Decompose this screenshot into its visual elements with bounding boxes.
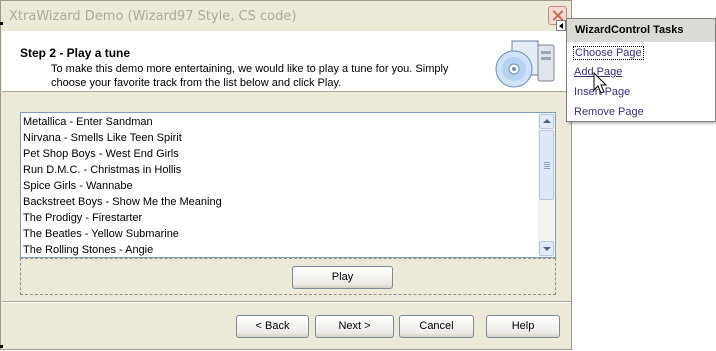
help-button[interactable]: Help	[486, 315, 560, 338]
list-item[interactable]: Spice Girls - Wannabe	[22, 178, 539, 194]
track-listbox[interactable]: Metallica - Enter Sandman Nirvana - Smel…	[20, 112, 556, 258]
step-title: Step 2 - Play a tune	[20, 46, 131, 60]
list-item[interactable]: Nirvana - Smells Like Teen Spirit	[22, 130, 539, 146]
list-item[interactable]: The Prodigy - Firestarter	[22, 210, 539, 226]
title-bar[interactable]: XtraWizard Demo (Wizard97 Style, CS code…	[1, 1, 571, 31]
scroll-down-button[interactable]	[539, 241, 554, 256]
list-item[interactable]: Run D.M.C. - Christmas in Hollis	[22, 162, 539, 178]
cd-player-icon	[495, 40, 555, 88]
list-item[interactable]: The Rolling Stones - Angie	[22, 242, 539, 257]
scroll-up-button[interactable]	[539, 114, 554, 129]
next-button[interactable]: Next >	[315, 315, 394, 338]
selection-handle	[0, 345, 3, 348]
list-item[interactable]: Pet Shop Boys - West End Girls	[22, 146, 539, 162]
task-choose-page[interactable]: Choose Page	[573, 46, 644, 60]
window-title: XtraWizard Demo (Wizard97 Style, CS code…	[9, 9, 297, 24]
wizard-header: Step 2 - Play a tune To make this demo m…	[2, 31, 571, 92]
smart-tag-collapse-icon[interactable]	[556, 20, 566, 31]
task-remove-page[interactable]: Remove Page	[573, 106, 645, 118]
selection-handle	[0, 22, 3, 25]
back-button[interactable]: < Back	[236, 315, 309, 338]
step-description: To make this demo more entertaining, we …	[51, 63, 449, 89]
wizard-tasks-panel: WizardControl Tasks Choose Page Add Page…	[566, 18, 716, 122]
pointer-cursor-icon	[593, 72, 608, 94]
play-button[interactable]: Play	[292, 266, 393, 289]
wizard-window: XtraWizard Demo (Wizard97 Style, CS code…	[0, 0, 572, 350]
list-item[interactable]: Metallica - Enter Sandman	[22, 114, 539, 130]
tasks-title: WizardControl Tasks	[575, 24, 684, 36]
footer-separator	[2, 301, 571, 303]
tasks-header: WizardControl Tasks	[567, 19, 715, 42]
list-item[interactable]: The Beatles - Yellow Submarine	[22, 226, 539, 242]
list-item[interactable]: Backstreet Boys - Show Me the Meaning	[22, 194, 539, 210]
scroll-thumb[interactable]	[539, 130, 554, 200]
vertical-scrollbar[interactable]	[538, 113, 555, 257]
track-list: Metallica - Enter Sandman Nirvana - Smel…	[22, 114, 539, 257]
cancel-button[interactable]: Cancel	[399, 315, 474, 338]
play-panel	[20, 258, 556, 295]
